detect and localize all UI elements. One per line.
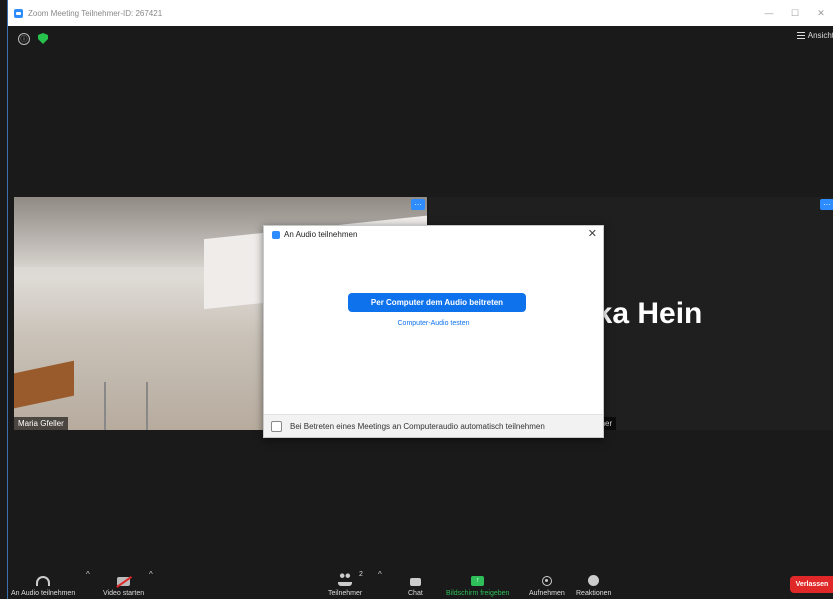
audio-options-caret[interactable]: ^ bbox=[86, 570, 90, 579]
participants-label: Teilnehmer bbox=[328, 590, 363, 597]
chat-icon bbox=[409, 578, 421, 586]
meeting-toolbar: An Audio teilnehmen ^ Video starten ^ Te… bbox=[8, 559, 833, 599]
shield-icon[interactable] bbox=[38, 33, 48, 44]
start-video-button[interactable]: Video starten bbox=[103, 577, 144, 597]
window-title: Zoom Meeting Teilnehmer-ID: 267421 bbox=[28, 8, 163, 18]
tile-more-button[interactable]: ··· bbox=[820, 199, 833, 210]
smiley-icon bbox=[588, 575, 600, 586]
video-off-icon bbox=[117, 577, 131, 586]
close-window-button[interactable]: ✕ bbox=[808, 0, 833, 26]
dialog-footer: Bei Betreten eines Meetings an Computera… bbox=[264, 414, 603, 437]
meeting-info-icons: ⓘ bbox=[18, 33, 48, 45]
title-bar: Zoom Meeting Teilnehmer-ID: 267421 — ☐ ✕ bbox=[8, 0, 833, 26]
join-audio-label: An Audio teilnehmen bbox=[11, 590, 76, 597]
chat-button[interactable]: Chat bbox=[408, 578, 423, 597]
reactions-button[interactable]: Reaktionen bbox=[576, 575, 611, 597]
participant-name-tag: Maria Gfeller bbox=[14, 417, 68, 430]
close-dialog-button[interactable]: ✕ bbox=[588, 227, 597, 240]
grid-menu-icon bbox=[796, 32, 805, 39]
maximize-button[interactable]: ☐ bbox=[782, 0, 808, 26]
share-screen-label: Bildschirm freigeben bbox=[446, 590, 510, 597]
camera-shelf bbox=[104, 382, 148, 430]
view-label: Ansicht bbox=[807, 31, 833, 40]
auto-join-label[interactable]: Bei Betreten eines Meetings an Computera… bbox=[290, 422, 545, 431]
participants-button[interactable]: Teilnehmer bbox=[328, 573, 362, 597]
auto-join-checkbox[interactable] bbox=[271, 420, 282, 432]
join-audio-button[interactable]: An Audio teilnehmen bbox=[11, 576, 75, 597]
join-computer-audio-button[interactable]: Per Computer dem Audio beitreten bbox=[348, 293, 526, 312]
reactions-label: Reaktionen bbox=[576, 590, 612, 597]
headset-icon bbox=[36, 576, 51, 586]
zoom-app-icon bbox=[14, 8, 23, 18]
video-options-caret[interactable]: ^ bbox=[149, 570, 153, 579]
test-audio-link[interactable]: Computer-Audio testen bbox=[264, 320, 603, 327]
join-audio-dialog: An Audio teilnehmen ✕ Per Computer dem A… bbox=[263, 225, 604, 438]
minimize-button[interactable]: — bbox=[756, 0, 782, 26]
chat-label: Chat bbox=[408, 590, 423, 597]
participants-icon bbox=[338, 573, 353, 586]
view-button[interactable]: Ansicht bbox=[796, 31, 833, 40]
zoom-meeting-window: Zoom Meeting Teilnehmer-ID: 267421 — ☐ ✕… bbox=[7, 0, 833, 599]
dialog-title-text: An Audio teilnehmen bbox=[284, 230, 358, 239]
share-screen-icon: ↑ bbox=[471, 576, 485, 586]
participants-options-caret[interactable]: ^ bbox=[378, 570, 382, 579]
start-video-label: Video starten bbox=[103, 590, 145, 597]
leave-meeting-button[interactable]: Verlassen bbox=[790, 576, 833, 593]
info-icon[interactable]: ⓘ bbox=[18, 33, 30, 45]
record-label: Aufnehmen bbox=[529, 590, 565, 597]
zoom-app-icon bbox=[272, 230, 280, 239]
record-button[interactable]: Aufnehmen bbox=[529, 576, 565, 597]
tile-more-button[interactable]: ··· bbox=[411, 199, 425, 210]
camera-box bbox=[14, 360, 74, 409]
participants-count: 2 bbox=[359, 571, 363, 578]
share-screen-button[interactable]: ↑ Bildschirm freigeben bbox=[446, 576, 509, 597]
dialog-title: An Audio teilnehmen bbox=[272, 230, 357, 239]
record-icon bbox=[541, 576, 552, 586]
